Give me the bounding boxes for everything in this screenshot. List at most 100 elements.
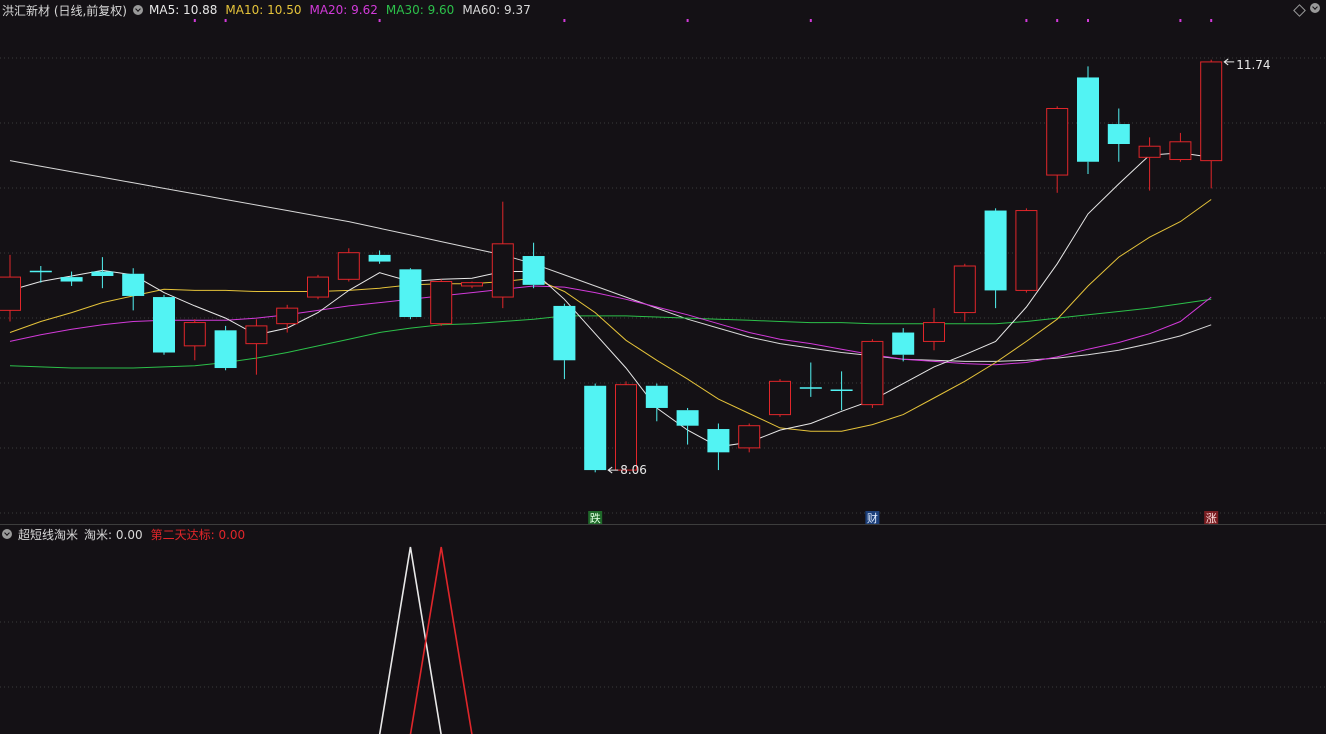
candle-body	[645, 385, 668, 408]
candle[interactable]	[122, 268, 145, 311]
candle-body	[214, 330, 237, 369]
candle[interactable]	[461, 281, 483, 289]
signal-dot	[1210, 19, 1213, 22]
candle[interactable]	[307, 274, 329, 300]
candle-body	[769, 380, 791, 416]
price-label-text: 11.74	[1236, 58, 1270, 72]
candle-body	[491, 243, 514, 298]
candle-body	[553, 305, 576, 361]
candle-body	[430, 281, 453, 325]
candle[interactable]	[953, 263, 976, 322]
candle-body	[953, 265, 976, 314]
chevron-down-icon[interactable]	[2, 529, 12, 539]
candle-body	[91, 271, 114, 276]
candle[interactable]	[522, 242, 545, 289]
candle[interactable]	[153, 294, 175, 355]
event-marker-text: 跌	[590, 511, 601, 525]
candle[interactable]	[1077, 66, 1099, 174]
candle-body	[738, 425, 761, 449]
candle[interactable]	[892, 328, 915, 362]
candle[interactable]	[91, 257, 114, 289]
candle[interactable]	[337, 248, 360, 282]
candle[interactable]	[60, 271, 83, 286]
candle[interactable]	[645, 383, 668, 422]
price-label: 8.06	[607, 463, 647, 477]
candle-body	[153, 297, 175, 353]
price-label: 11.74	[1223, 58, 1271, 72]
candle[interactable]	[245, 319, 268, 375]
candle[interactable]	[923, 308, 945, 351]
candle[interactable]	[799, 362, 822, 397]
candle-body	[615, 384, 637, 471]
candle[interactable]	[707, 423, 730, 471]
ma5-line	[9, 152, 1212, 448]
signal-dot	[1087, 19, 1089, 22]
main-legend: 洪汇新材 (日线,前复权) MA5: 10.88 MA10: 10.50 MA2…	[2, 1, 539, 19]
candle-body	[368, 254, 391, 262]
candle-body	[183, 322, 206, 347]
candle[interactable]	[584, 383, 607, 473]
event-marker[interactable]: 财	[865, 511, 880, 525]
candle-body	[861, 340, 884, 406]
ma10-label: MA10: 10.50	[225, 3, 302, 17]
candle-body	[60, 277, 83, 282]
indicator-spike	[378, 546, 442, 734]
candle-body	[892, 332, 915, 355]
candle[interactable]	[615, 381, 637, 473]
candle-body	[245, 325, 268, 345]
signal-dot	[563, 19, 566, 22]
candle[interactable]	[1046, 106, 1069, 193]
chevron-down-icon[interactable]	[1310, 3, 1320, 13]
candle[interactable]	[1015, 208, 1038, 293]
candle[interactable]	[276, 304, 299, 333]
candle[interactable]	[1107, 108, 1130, 162]
price-label-text: 8.06	[620, 463, 647, 477]
candle[interactable]	[1138, 137, 1161, 191]
candle[interactable]	[399, 268, 422, 320]
indicator-name: 超短线淘米	[18, 527, 79, 542]
candle-body	[461, 282, 483, 287]
window-controls	[1293, 3, 1320, 17]
event-marker[interactable]: 涨	[1204, 511, 1219, 525]
candle[interactable]	[1200, 59, 1223, 189]
candle[interactable]	[491, 201, 514, 309]
candle[interactable]	[183, 319, 206, 361]
chevron-down-icon[interactable]	[133, 5, 143, 15]
candle-body	[1046, 108, 1069, 176]
indicator-spike	[409, 546, 473, 734]
candle-body	[122, 273, 145, 296]
indicator-value-a: 淘米: 0.00	[84, 527, 143, 542]
event-marker-text: 财	[867, 511, 878, 525]
candle[interactable]	[214, 325, 237, 371]
ma60-label: MA60: 9.37	[462, 3, 531, 17]
candle-body	[584, 385, 607, 471]
signal-dot	[1179, 19, 1182, 22]
candle-body	[984, 210, 1007, 291]
candle-body	[337, 252, 360, 280]
signal-dot	[809, 19, 812, 22]
candle[interactable]	[861, 339, 884, 408]
indicator-chart[interactable]	[0, 525, 1326, 734]
candle-body	[0, 276, 21, 311]
candle-body	[1107, 124, 1130, 144]
candle[interactable]	[430, 279, 453, 326]
candle-body	[1138, 145, 1161, 158]
candle[interactable]	[0, 254, 21, 322]
candle[interactable]	[984, 208, 1007, 309]
candlestick-chart[interactable]: 8.06 11.74 跌 财 涨	[0, 0, 1326, 525]
candle[interactable]	[1169, 132, 1192, 162]
signal-dot	[686, 19, 689, 22]
candle-body	[276, 307, 299, 325]
candle[interactable]	[769, 379, 791, 417]
signal-dot	[378, 19, 381, 22]
event-marker[interactable]: 跌	[588, 511, 603, 525]
candle[interactable]	[676, 407, 699, 445]
diamond-icon[interactable]	[1293, 4, 1306, 17]
candle[interactable]	[553, 303, 576, 380]
signal-dot	[224, 19, 227, 22]
candle[interactable]	[830, 371, 853, 411]
candle-body	[1015, 210, 1038, 291]
candle-body	[1169, 141, 1192, 161]
candle[interactable]	[738, 423, 761, 453]
candle[interactable]	[368, 250, 391, 264]
